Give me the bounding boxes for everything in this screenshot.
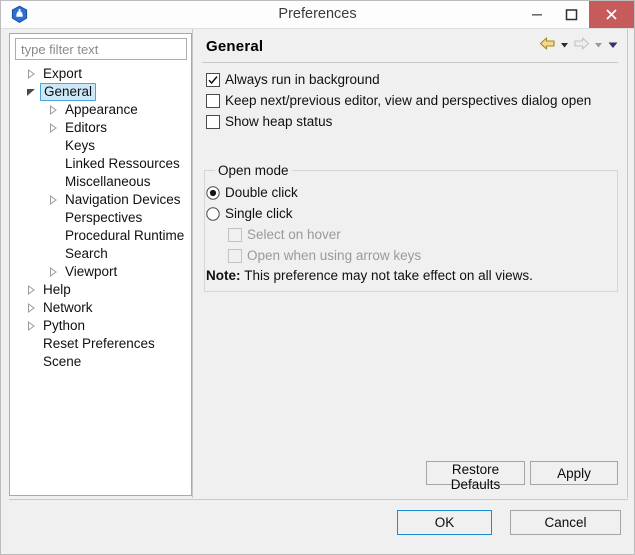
- expand-triangle-icon[interactable]: [46, 119, 60, 137]
- tree-item-label: Reset Preferences: [43, 336, 155, 351]
- collapse-triangle-icon[interactable]: [24, 83, 38, 101]
- preference-page-general: General Always run in background Keep ne…: [192, 29, 628, 498]
- open-mode-note: Note: This preference may not take effec…: [206, 268, 533, 283]
- ok-button[interactable]: OK: [397, 510, 492, 535]
- tree-item-scene[interactable]: Scene: [10, 353, 191, 371]
- tree-item-label: Network: [43, 300, 93, 315]
- filter-input[interactable]: [15, 38, 187, 60]
- checkbox-label: Keep next/previous editor, view and pers…: [225, 93, 592, 108]
- tree-item-general[interactable]: General: [10, 83, 191, 101]
- forward-menu-chevron-down-icon: [593, 37, 604, 55]
- tree-item-python[interactable]: Python: [10, 317, 191, 335]
- tree-item-perspectives[interactable]: Perspectives: [10, 209, 191, 227]
- expand-triangle-icon[interactable]: [24, 281, 38, 299]
- maximize-icon: [565, 9, 578, 21]
- tree-item-label: Perspectives: [65, 210, 143, 225]
- tree-item-label: Scene: [43, 354, 82, 369]
- minimize-icon: [532, 14, 542, 16]
- checkbox-disabled-icon: [228, 249, 242, 263]
- back-menu-chevron-down-icon[interactable]: [559, 37, 570, 55]
- tree-item-miscellaneous[interactable]: Miscellaneous: [10, 173, 191, 191]
- tree-item-export[interactable]: Export: [10, 65, 191, 83]
- tree-item-label: Miscellaneous: [65, 174, 151, 189]
- tree-item-label: Export: [43, 66, 83, 81]
- expand-triangle-icon[interactable]: [46, 191, 60, 209]
- preferences-tree: Export General Appearance Editors Keys Linked…: [10, 65, 191, 371]
- tree-item-label: Help: [43, 282, 71, 297]
- preferences-tree-panel: Export GeneralAppearance Editors Keys Linked…: [9, 33, 192, 496]
- footer-separator: [9, 499, 628, 500]
- checkbox-label: Show heap status: [225, 114, 333, 129]
- preferences-dialog: Preferences ExportGeneralAppearanceEdito…: [0, 0, 635, 555]
- overflow-menu-chevron-down-icon[interactable]: [607, 37, 619, 55]
- checkbox-unchecked-icon: [206, 94, 220, 108]
- tree-item-label: Keys: [65, 138, 96, 153]
- radio-selected-icon: [206, 186, 220, 200]
- radio-label: Single click: [225, 206, 293, 221]
- tree-item-viewport[interactable]: Viewport: [10, 263, 191, 281]
- note-label: Note:: [206, 268, 245, 283]
- back-arrow-icon[interactable]: [539, 36, 556, 56]
- tree-item-reset-preferences[interactable]: Reset Preferences: [10, 335, 191, 353]
- tree-item-keys[interactable]: Keys: [10, 137, 191, 155]
- tree-item-navigation-devices[interactable]: Navigation Devices: [10, 191, 191, 209]
- tree-item-help[interactable]: Help: [10, 281, 191, 299]
- restore-defaults-button[interactable]: Restore Defaults: [426, 461, 525, 492]
- maximize-button[interactable]: [554, 1, 589, 28]
- tree-item-label: General: [40, 83, 97, 101]
- checkbox-checked-icon: [206, 73, 220, 87]
- tree-item-label: Python: [43, 318, 86, 333]
- checkbox-label: Select on hover: [247, 227, 341, 242]
- minimize-button[interactable]: [519, 1, 554, 28]
- tree-item-label: Linked Ressources: [65, 156, 180, 171]
- tree-item-network[interactable]: Network: [10, 299, 191, 317]
- close-icon: [606, 9, 617, 20]
- tree-item-appearance[interactable]: Appearance: [10, 101, 191, 119]
- open-mode-legend: Open mode: [215, 163, 292, 179]
- header-separator: [202, 62, 618, 63]
- expand-triangle-icon[interactable]: [46, 101, 60, 119]
- tree-item-label: Editors: [65, 120, 108, 135]
- tree-item-label: Viewport: [65, 264, 118, 279]
- radio-label: Double click: [225, 185, 298, 200]
- page-navigation-toolbar: [536, 36, 619, 56]
- expand-triangle-icon[interactable]: [24, 65, 38, 83]
- expand-triangle-icon[interactable]: [24, 317, 38, 335]
- tree-item-search[interactable]: Search: [10, 245, 191, 263]
- checkbox-label: Open when using arrow keys: [247, 248, 422, 263]
- checkbox-label: Always run in background: [225, 72, 380, 87]
- note-text: This preference may not take effect on a…: [244, 268, 533, 283]
- apply-button[interactable]: Apply: [530, 461, 618, 485]
- tree-item-label: Procedural Runtime: [65, 228, 185, 243]
- tree-item-procedural-runtime[interactable]: Procedural Runtime: [10, 227, 191, 245]
- close-button[interactable]: [589, 1, 634, 28]
- radio-unselected-icon: [206, 207, 220, 221]
- tree-item-label: Appearance: [65, 102, 138, 117]
- page-title: General: [206, 38, 264, 55]
- expand-triangle-icon[interactable]: [46, 263, 60, 281]
- checkbox-unchecked-icon: [206, 115, 220, 129]
- cancel-button[interactable]: Cancel: [510, 510, 621, 535]
- forward-arrow-icon: [573, 36, 590, 56]
- tree-item-label: Navigation Devices: [65, 192, 181, 207]
- title-bar: Preferences: [1, 1, 634, 29]
- expand-triangle-icon[interactable]: [24, 299, 38, 317]
- tree-item-editors[interactable]: Editors: [10, 119, 191, 137]
- tree-item-linked-ressources[interactable]: Linked Ressources: [10, 155, 191, 173]
- checkbox-disabled-icon: [228, 228, 242, 242]
- tree-item-label: Search: [65, 246, 108, 261]
